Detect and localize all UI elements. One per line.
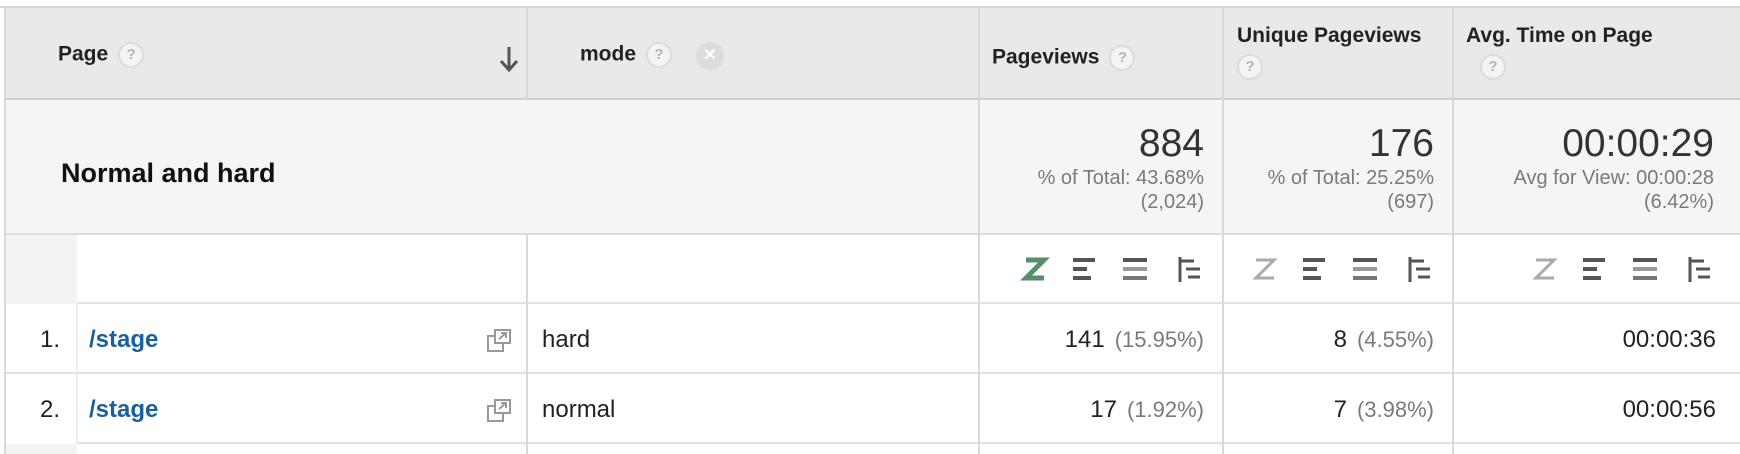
help-icon[interactable]: ? <box>1237 54 1263 80</box>
row-number: 2. <box>39 396 60 423</box>
column-header-pageviews[interactable]: Pageviews? <box>992 45 1136 71</box>
pageviews-cell: 17 (1.92%) <box>984 396 1204 424</box>
column-header-label: Avg. Time on Page <box>1466 24 1653 47</box>
help-icon[interactable]: ? <box>118 42 145 68</box>
page-link[interactable]: /stage <box>89 326 158 354</box>
column-header-label: Pageviews <box>992 45 1100 69</box>
column-divider <box>1452 8 1454 454</box>
column-header-avg-time[interactable]: Avg. Time on Page ? <box>1466 24 1653 80</box>
remove-dimension-icon[interactable]: ✕ <box>696 42 724 70</box>
pageviews-percent: (1.92%) <box>1126 397 1204 422</box>
avg-time-cell: 00:00:36 <box>1622 326 1716 353</box>
avg-time-cell: 00:00:56 <box>1622 396 1716 423</box>
column-divider <box>978 8 980 454</box>
comparison-icon[interactable] <box>1120 254 1150 284</box>
total-percent: Avg for View: 00:00:28 <box>1513 167 1714 189</box>
unique-pageviews-cell: 7 (3.98%) <box>1214 396 1434 424</box>
column-header-page[interactable]: Page? <box>58 42 145 68</box>
visualization-toolbar-row <box>6 235 1740 304</box>
total-value: 176 <box>1368 122 1434 165</box>
bar-chart-icon[interactable] <box>1070 254 1100 284</box>
unique-pageviews-cell: 8 (4.55%) <box>1214 326 1434 354</box>
help-icon[interactable]: ? <box>646 42 673 68</box>
unique-value: 7 <box>1333 396 1347 423</box>
total-count: (697) <box>1387 191 1434 213</box>
gutter-cell <box>6 444 77 454</box>
total-percent: % of Total: 43.68% <box>1037 167 1204 189</box>
z-sparkline-icon[interactable] <box>1250 254 1280 284</box>
bar-chart-icon[interactable] <box>1300 254 1330 284</box>
pivot-icon[interactable] <box>1172 254 1202 284</box>
z-sparkline-icon[interactable] <box>1020 254 1050 284</box>
total-avg-time: 00:00:29 Avg for View: 00:00:28 (6.42%) <box>1444 122 1714 214</box>
pageviews-percent: (15.95%) <box>1114 327 1204 352</box>
column-divider <box>1222 8 1224 454</box>
help-icon[interactable]: ? <box>1109 45 1136 71</box>
pageviews-value: 17 <box>1090 396 1117 423</box>
z-sparkline-icon[interactable] <box>1530 254 1560 284</box>
total-unique-pageviews: 176 % of Total: 25.25% (697) <box>1204 122 1434 214</box>
gutter-shade <box>6 235 77 304</box>
pivot-icon[interactable] <box>1402 254 1432 284</box>
help-icon[interactable]: ? <box>1480 54 1506 80</box>
unique-value: 8 <box>1333 326 1347 353</box>
pivot-icon[interactable] <box>1682 254 1712 284</box>
open-external-icon[interactable] <box>486 398 512 424</box>
data-table: Page? mode? ✕ Pageviews? Unique Pageview… <box>0 6 1740 454</box>
unique-percent: (4.55%) <box>1356 327 1434 352</box>
sort-descending-icon[interactable] <box>498 44 520 74</box>
column-divider <box>526 8 528 100</box>
total-value: 00:00:29 <box>1562 122 1714 165</box>
mode-value: normal <box>542 396 616 423</box>
table-row <box>6 304 1740 374</box>
page-link[interactable]: /stage <box>89 396 158 424</box>
column-header-label: mode <box>580 42 637 66</box>
total-percent: % of Total: 25.25% <box>1267 167 1434 189</box>
column-header-mode[interactable]: mode? <box>580 42 673 68</box>
total-count: (6.42%) <box>1643 191 1714 213</box>
row-number: 1. <box>39 326 60 353</box>
total-count: (2,024) <box>1140 191 1204 213</box>
bar-chart-icon[interactable] <box>1580 254 1610 284</box>
pageviews-value: 141 <box>1064 326 1105 353</box>
unique-percent: (3.98%) <box>1356 397 1434 422</box>
total-pageviews: 884 % of Total: 43.68% (2,024) <box>974 122 1204 214</box>
open-external-icon[interactable] <box>486 328 512 354</box>
column-header-label: Unique Pageviews <box>1237 24 1422 47</box>
segment-name: Normal and hard <box>61 158 276 188</box>
table-row <box>6 374 1740 444</box>
mode-value: hard <box>542 326 591 353</box>
column-header-unique-pageviews[interactable]: Unique Pageviews ? <box>1237 24 1421 80</box>
comparison-icon[interactable] <box>1630 254 1660 284</box>
column-divider <box>526 235 528 454</box>
pageviews-cell: 141 (15.95%) <box>984 326 1204 354</box>
column-divider <box>4 8 6 454</box>
comparison-icon[interactable] <box>1350 254 1380 284</box>
column-header-label: Page <box>58 42 109 66</box>
gutter-divider <box>76 304 78 444</box>
total-value: 884 <box>1138 122 1204 165</box>
